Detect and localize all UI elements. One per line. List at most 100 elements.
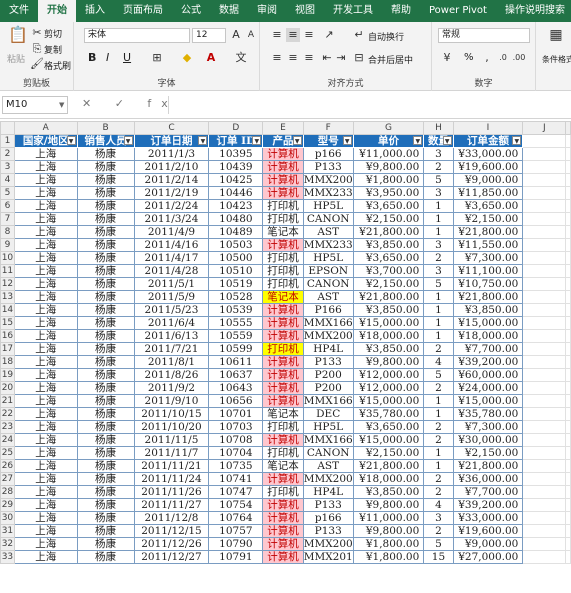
ribbon-tab[interactable]: 文件 <box>0 0 38 22</box>
empty-cell[interactable] <box>565 238 571 252</box>
table-cell[interactable]: 2011/4/17 <box>133 251 210 265</box>
table-cell[interactable]: 2 <box>423 251 454 265</box>
table-cell[interactable]: 1 <box>423 290 454 304</box>
table-cell[interactable]: 杨康 <box>76 446 135 460</box>
empty-cell[interactable] <box>522 433 567 447</box>
column-header[interactable]: E <box>262 121 304 135</box>
phonetic-icon[interactable]: 文 <box>234 51 248 65</box>
table-cell[interactable]: 上海 <box>13 407 78 421</box>
table-column-header[interactable]: 订单 ID ▼ <box>208 134 264 148</box>
table-cell[interactable]: 2011/12/8 <box>133 511 210 525</box>
table-cell[interactable]: 计算机 <box>262 238 304 252</box>
table-cell[interactable]: 上海 <box>13 277 78 291</box>
table-cell[interactable]: 2 <box>423 472 454 486</box>
table-cell[interactable]: EPSON <box>302 264 354 278</box>
table-cell[interactable]: ¥1,800.00 <box>352 550 425 564</box>
copy-icon[interactable]: ⎘ <box>30 42 44 56</box>
table-cell[interactable]: HP4L <box>302 485 354 499</box>
table-cell[interactable]: 3 <box>423 186 454 200</box>
table-cell[interactable]: ¥11,850.00 <box>452 186 524 200</box>
table-cell[interactable]: HP5L <box>302 420 354 434</box>
table-cell[interactable]: DEC <box>302 407 354 421</box>
row-header[interactable]: 17 <box>0 342 15 356</box>
empty-cell[interactable] <box>522 212 567 226</box>
table-cell[interactable]: 10503 <box>208 238 264 252</box>
table-cell[interactable]: 1 <box>423 329 454 343</box>
empty-cell[interactable] <box>565 459 571 473</box>
row-header[interactable]: 32 <box>0 537 15 551</box>
table-cell[interactable]: 10395 <box>208 147 264 161</box>
table-cell[interactable]: ¥21,800.00 <box>452 225 524 239</box>
table-cell[interactable]: ¥18,000.00 <box>452 329 524 343</box>
table-cell[interactable]: 杨康 <box>76 420 135 434</box>
cut-button[interactable]: 剪切 <box>44 27 62 40</box>
table-cell[interactable]: 杨康 <box>76 511 135 525</box>
empty-cell[interactable] <box>565 420 571 434</box>
table-cell[interactable]: 10425 <box>208 173 264 187</box>
filter-dropdown-icon[interactable]: ▼ <box>413 136 423 145</box>
table-cell[interactable]: 杨康 <box>76 225 135 239</box>
font-color-icon[interactable]: A <box>204 51 218 65</box>
row-header[interactable]: 8 <box>0 225 15 239</box>
number-format-select[interactable]: 常规 <box>438 28 530 43</box>
table-cell[interactable]: 打印机 <box>262 485 304 499</box>
table-cell[interactable]: p166 <box>302 511 354 525</box>
table-cell[interactable]: 2011/11/21 <box>133 459 210 473</box>
table-cell[interactable]: ¥3,850.00 <box>352 342 425 356</box>
empty-cell[interactable] <box>565 407 571 421</box>
table-cell[interactable]: 上海 <box>13 238 78 252</box>
ribbon-tab[interactable]: 审阅 <box>248 0 286 22</box>
column-header[interactable] <box>565 121 571 135</box>
table-cell[interactable]: 1 <box>423 303 454 317</box>
format-painter-button[interactable]: 格式刷 <box>44 59 71 72</box>
empty-cell[interactable] <box>565 368 571 382</box>
empty-cell[interactable] <box>522 316 567 330</box>
table-cell[interactable]: AST <box>302 459 354 473</box>
row-header[interactable]: 23 <box>0 420 15 434</box>
table-cell[interactable]: ¥11,100.00 <box>452 264 524 278</box>
row-header[interactable]: 27 <box>0 472 15 486</box>
brush-icon[interactable]: 🖌 <box>30 57 44 71</box>
empty-cell[interactable] <box>522 446 567 460</box>
empty-cell[interactable] <box>565 290 571 304</box>
table-cell[interactable]: 10423 <box>208 199 264 213</box>
table-cell[interactable]: MMX200 <box>302 537 354 551</box>
table-cell[interactable]: MMX200 <box>302 329 354 343</box>
table-cell[interactable]: 杨康 <box>76 355 135 369</box>
table-cell[interactable]: ¥9,800.00 <box>352 355 425 369</box>
table-cell[interactable]: 2011/12/27 <box>133 550 210 564</box>
align-right-icon[interactable]: ≡ <box>302 51 316 65</box>
paste-button[interactable]: 粘贴 <box>7 52 25 65</box>
table-cell[interactable]: ¥15,000.00 <box>452 394 524 408</box>
table-cell[interactable]: MMX166 <box>302 433 354 447</box>
empty-cell[interactable] <box>565 329 571 343</box>
worksheet-grid[interactable]: ABCDEFGHIJ 1 国家/地区 ▼ 销售人员 ▼ 订单日期 ▼ 订单 ID ▼ 产品 ▼ 型号 ▼… <box>0 121 571 593</box>
table-cell[interactable]: ¥11,550.00 <box>452 238 524 252</box>
table-cell[interactable]: ¥24,000.00 <box>452 381 524 395</box>
table-cell[interactable]: 杨康 <box>76 147 135 161</box>
table-cell[interactable]: MMX233 <box>302 238 354 252</box>
table-cell[interactable]: ¥2,150.00 <box>352 212 425 226</box>
table-cell[interactable]: 10703 <box>208 420 264 434</box>
table-cell[interactable]: 笔记本 <box>262 225 304 239</box>
table-cell[interactable]: 2011/2/10 <box>133 160 210 174</box>
table-cell[interactable]: ¥2,150.00 <box>352 277 425 291</box>
table-cell[interactable]: 杨康 <box>76 498 135 512</box>
table-cell[interactable]: 上海 <box>13 537 78 551</box>
table-cell[interactable]: 计算机 <box>262 524 304 538</box>
table-cell[interactable]: MMX166 <box>302 316 354 330</box>
table-cell[interactable]: 3 <box>423 238 454 252</box>
row-header[interactable]: 13 <box>0 290 15 304</box>
row-header[interactable]: 22 <box>0 407 15 421</box>
row-header[interactable]: 12 <box>0 277 15 291</box>
empty-cell[interactable] <box>522 290 567 304</box>
border-icon[interactable]: ⊞ <box>150 51 164 65</box>
fill-color-icon[interactable]: ◆ <box>180 51 194 65</box>
table-column-header[interactable]: 型号 ▼ <box>302 134 354 148</box>
table-cell[interactable]: 上海 <box>13 420 78 434</box>
filter-dropdown-icon[interactable]: ▼ <box>252 136 262 145</box>
table-column-header[interactable]: 国家/地区 ▼ <box>13 134 78 148</box>
table-cell[interactable]: ¥18,000.00 <box>352 329 425 343</box>
table-cell[interactable]: 10764 <box>208 511 264 525</box>
table-cell[interactable]: ¥35,780.00 <box>452 407 524 421</box>
